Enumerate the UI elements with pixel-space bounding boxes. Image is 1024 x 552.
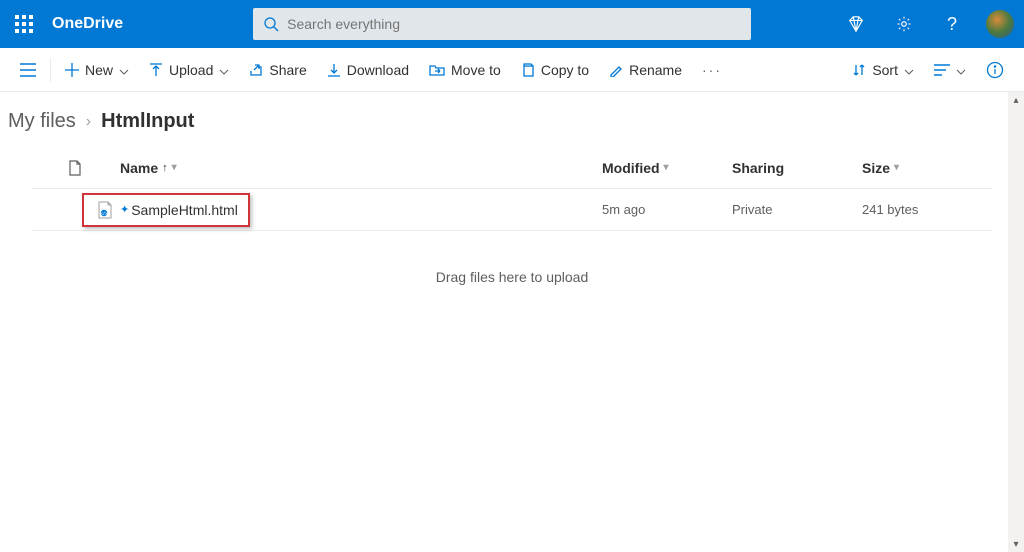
copy-to-icon [521,63,535,77]
chevron-down-icon: ▾ [664,162,669,173]
chevron-down-icon: ▾ [894,162,899,173]
chevron-down-icon: ▾ [172,162,177,173]
column-sharing-label: Sharing [732,160,784,176]
question-icon: ? [947,14,957,35]
plus-icon [65,63,79,77]
new-badge-icon: ✦ [120,203,129,216]
sort-ascending-icon: ↑ [162,162,168,174]
more-commands-button[interactable]: ··· [692,48,732,92]
file-name[interactable]: SampleHtml.html [131,202,238,218]
chevron-right-icon: › [86,113,91,131]
download-button[interactable]: Download [317,48,419,92]
column-header-modified[interactable]: Modified ▾ [602,160,732,176]
column-size-label: Size [862,160,890,176]
html-file-icon: </> [90,201,120,219]
search-box[interactable] [253,8,751,40]
premium-button[interactable] [832,0,880,48]
scroll-down-icon[interactable]: ▾ [1008,536,1024,552]
column-modified-label: Modified [602,160,660,176]
chevron-down-icon [904,62,914,78]
file-modified: 5m ago [602,202,732,217]
file-size: 241 bytes [862,202,992,217]
sort-label: Sort [872,62,898,78]
search-icon [263,16,279,32]
column-header-type[interactable] [68,160,120,176]
list-view-icon [934,63,950,77]
info-button[interactable] [976,48,1014,92]
app-launcher-button[interactable] [0,0,48,48]
column-header-name[interactable]: Name ↑ ▾ [120,160,602,176]
table-header: Name ↑ ▾ Modified ▾ Sharing Size ▾ [32,147,992,189]
new-button[interactable]: New [55,48,139,92]
chevron-down-icon [119,62,129,78]
file-sharing: Private [732,202,862,217]
rename-button[interactable]: Rename [599,48,692,92]
upload-button[interactable]: Upload [139,48,239,92]
breadcrumb: My files › HtmlInput [0,92,1024,147]
account-button[interactable] [976,0,1024,48]
table-row[interactable]: </> ✦ SampleHtml.html 5m ago Private 241… [32,189,992,231]
svg-text:</>: </> [101,211,108,216]
settings-button[interactable] [880,0,928,48]
chevron-down-icon [219,62,229,78]
breadcrumb-root[interactable]: My files [8,110,76,133]
copy-to-button[interactable]: Copy to [511,48,599,92]
chevron-down-icon [956,62,966,78]
column-name-label: Name [120,160,158,176]
search-input[interactable] [287,16,741,32]
sort-button[interactable]: Sort [842,48,924,92]
diamond-icon [847,15,865,33]
download-icon [327,63,341,77]
scrollbar[interactable]: ▴ ▾ [1008,92,1024,552]
drag-hint: Drag files here to upload [0,269,1024,285]
rename-label: Rename [629,62,682,78]
move-to-label: Move to [451,62,501,78]
upload-label: Upload [169,62,213,78]
share-label: Share [269,62,306,78]
view-options-button[interactable] [924,48,976,92]
scroll-up-icon[interactable]: ▴ [1008,92,1024,108]
ellipsis-icon: ··· [702,62,722,78]
share-button[interactable]: Share [239,48,316,92]
column-header-sharing[interactable]: Sharing [732,160,862,176]
waffle-icon [15,15,33,33]
rename-icon [609,63,623,77]
gear-icon [895,15,913,33]
info-icon [986,61,1004,79]
hamburger-icon [20,63,36,77]
column-header-size[interactable]: Size ▾ [862,160,992,176]
avatar [986,10,1014,38]
upload-icon [149,63,163,77]
hamburger-menu-button[interactable] [10,48,46,92]
sort-icon [852,63,866,77]
help-button[interactable]: ? [928,0,976,48]
share-icon [249,63,263,77]
file-type-icon [68,160,82,176]
copy-to-label: Copy to [541,62,589,78]
breadcrumb-current: HtmlInput [101,110,194,133]
move-to-button[interactable]: Move to [419,48,511,92]
app-name[interactable]: OneDrive [48,15,137,33]
move-to-icon [429,63,445,77]
download-label: Download [347,62,409,78]
new-label: New [85,62,113,78]
